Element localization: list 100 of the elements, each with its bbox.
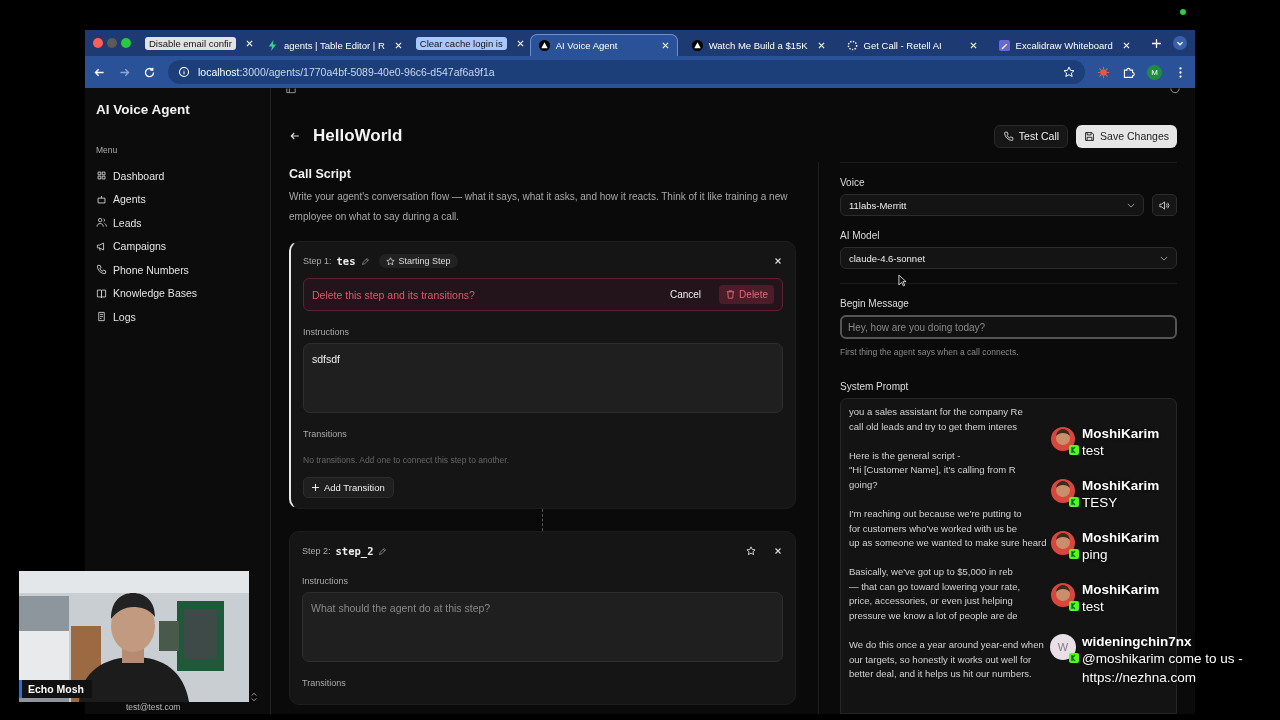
- back-arrow-icon[interactable]: [289, 130, 301, 142]
- tab-group-chip[interactable]: Disable email confir: [145, 36, 236, 50]
- user-email: test@test.com: [126, 702, 181, 712]
- refresh-icon[interactable]: [1170, 88, 1180, 94]
- browser-tab[interactable]: Watch Me Build a $15K: [683, 34, 833, 56]
- nav-item[interactable]: Dashboard: [96, 164, 270, 188]
- page-title: HelloWorld: [313, 126, 403, 146]
- step-name: step_2: [335, 545, 374, 557]
- chevron-up-down-icon[interactable]: [251, 692, 257, 702]
- model-select[interactable]: claude-4.6-sonnet: [840, 247, 1177, 269]
- avatar: [1050, 530, 1076, 556]
- tab-group-chip[interactable]: Clear cache login is: [415, 36, 507, 50]
- section-description: Write your agent's conversation flow — what it says, what it asks, and how it reacts. Think of it like training a new employee on what to say during a call.: [289, 190, 789, 224]
- chat-message: @moshikarim come to us - https://nezhna.com: [1082, 650, 1244, 687]
- app-title: AI Voice Agent: [96, 102, 191, 117]
- prompt-line: for customers who've worked with us be: [849, 521, 1018, 536]
- nav-icon: [96, 217, 107, 229]
- edit-icon[interactable]: [378, 546, 388, 556]
- step-label: Step 1:: [303, 256, 332, 266]
- sidebar-toggle-icon[interactable]: [286, 88, 296, 94]
- field-label: Voice: [840, 177, 866, 188]
- nav-icon: [96, 311, 107, 323]
- starting-step-badge: Starting Step: [378, 254, 458, 268]
- prompt-line: I'm reaching out because we're putting to: [849, 506, 1022, 521]
- chat-message: test: [1082, 598, 1105, 616]
- badge-icon: [1069, 653, 1079, 663]
- browser-tab[interactable]: agents | Table Editor | R: [258, 34, 410, 56]
- site-info-icon[interactable]: [178, 66, 190, 78]
- reload-icon[interactable]: [143, 65, 156, 79]
- voice-select[interactable]: 11labs-Merritt: [840, 194, 1144, 216]
- badge-icon: [1069, 549, 1079, 559]
- field-hint: First thing the agent says when a call connects.: [840, 347, 1020, 357]
- triangle-icon: [691, 39, 703, 51]
- prompt-line: We do this once a year around year-end when: [849, 638, 1044, 653]
- section-label: Menu: [96, 145, 119, 155]
- browser-tab[interactable]: Excalidraw Whiteboard: [990, 34, 1138, 56]
- nav-item[interactable]: Logs: [96, 305, 270, 329]
- instructions-field[interactable]: What should the agent do at this step?: [302, 592, 783, 662]
- nav-icon: [96, 170, 107, 182]
- bookmark-star-icon[interactable]: [1063, 66, 1075, 78]
- prompt-line: call old leads and try to get them interes: [849, 419, 1017, 434]
- recording-dot-icon: [1180, 9, 1186, 15]
- chat-message: ping: [1082, 546, 1109, 564]
- speaker-icon: [1159, 199, 1170, 211]
- new-tab-icon[interactable]: [1151, 38, 1161, 48]
- field-label: Instructions: [303, 327, 351, 337]
- star-icon[interactable]: [746, 546, 756, 556]
- nav-item[interactable]: Phone Numbers: [96, 258, 270, 282]
- nav-icon: [96, 264, 107, 276]
- address-bar[interactable]: localhost:3000/agents/1770a4bf-5089-40e0-96c6-d547af6a9f1a: [168, 60, 1085, 84]
- step-name: tes: [336, 255, 356, 267]
- nav-item[interactable]: Leads: [96, 211, 270, 235]
- prompt-line: pressure we know a lot of people are de: [849, 609, 1018, 624]
- plus-icon: [312, 484, 319, 491]
- avatar: [1050, 582, 1076, 608]
- close-icon[interactable]: [773, 256, 783, 266]
- chat-username: MoshiKarim: [1082, 530, 1161, 545]
- phone-icon: [1002, 130, 1014, 142]
- prompt-line: "Hi [Customer Name], it's calling from R: [849, 463, 1016, 478]
- avatar: [1050, 426, 1076, 452]
- chat-message: TESY: [1082, 494, 1119, 512]
- field-label: Transitions: [303, 429, 348, 439]
- save-button[interactable]: Save Changes: [1076, 124, 1177, 148]
- window-controls-icon[interactable]: [93, 38, 131, 48]
- dotted-circle-icon: [846, 39, 858, 51]
- instructions-field[interactable]: sdfsdf: [303, 343, 783, 413]
- profile-avatar[interactable]: M: [1147, 64, 1162, 80]
- prompt-line: Here is the general script -: [849, 448, 961, 463]
- add-transition-button[interactable]: Add Transition: [303, 477, 394, 498]
- url-text: localhost:3000/agents/1770a4bf-5089-40e0-96c6-d547af6a9f1a: [198, 66, 495, 78]
- begin-message-field[interactable]: Hey, how are you doing today?: [840, 315, 1177, 339]
- nav-item[interactable]: Campaigns: [96, 234, 270, 258]
- chat-username: wideningchin7nx: [1082, 634, 1193, 649]
- step-label: Step 2:: [302, 546, 331, 556]
- browser-tab[interactable]: AI Voice Agent: [529, 33, 678, 57]
- speaker-button[interactable]: [1152, 194, 1177, 216]
- chat-username: MoshiKarim: [1082, 426, 1161, 441]
- nav-icon: [96, 287, 107, 299]
- pen-icon: [998, 39, 1010, 51]
- cancel-button[interactable]: Cancel: [663, 288, 708, 301]
- puzzle-icon[interactable]: [1122, 65, 1135, 79]
- close-icon[interactable]: [773, 546, 783, 556]
- chat-username: MoshiKarim: [1082, 582, 1161, 597]
- nav-item[interactable]: Agents: [96, 187, 270, 211]
- prompt-line: price, accessories, or even just helping: [849, 594, 1013, 609]
- browser-tab[interactable]: Get Call - Retell AI: [838, 34, 985, 56]
- bolt-icon: [266, 39, 278, 51]
- edit-icon[interactable]: [360, 256, 370, 266]
- chevron-down-icon: [1160, 255, 1168, 261]
- chevron-down-icon[interactable]: [1173, 36, 1187, 50]
- chevron-down-icon: [1127, 202, 1135, 208]
- test-call-button[interactable]: Test Call: [993, 124, 1069, 148]
- prompt-line: our targets, so honestly it works out well for: [849, 652, 1032, 667]
- field-label: Transitions: [302, 678, 347, 688]
- delete-button[interactable]: Delete: [719, 285, 774, 304]
- field-label: AI Model: [840, 230, 881, 241]
- prompt-line: you a sales assistant for the company Re: [849, 405, 1023, 419]
- prompt-line: better deal, and it helps us hit our numbers.: [849, 667, 1032, 682]
- field-label: System Prompt: [840, 381, 910, 392]
- nav-item[interactable]: Knowledge Bases: [96, 281, 270, 305]
